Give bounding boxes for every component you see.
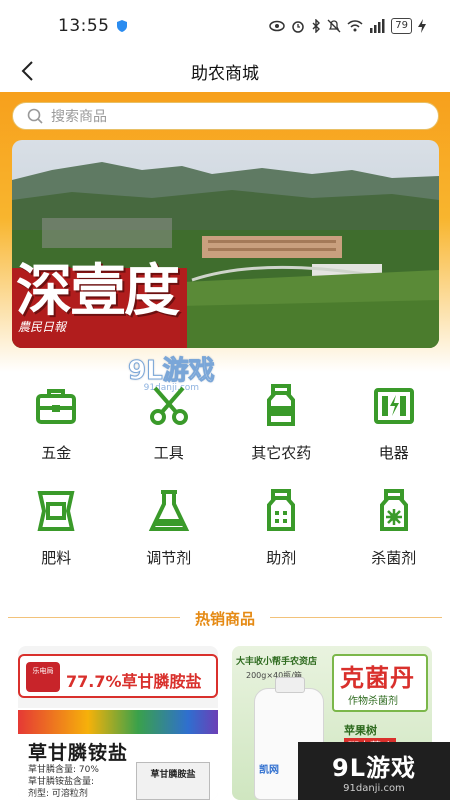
bottle-icon	[267, 384, 296, 426]
category-label: 助剂	[266, 549, 297, 567]
search-input[interactable]: 搜索商品	[12, 102, 439, 130]
toolbox-icon	[36, 389, 77, 424]
product-brand-box: 克菌丹 作物杀菌剂	[332, 654, 428, 712]
flask-icon	[148, 490, 189, 531]
shield-icon	[116, 20, 127, 32]
signal-icon	[370, 19, 385, 33]
product-name: 草甘膦铵盐	[28, 742, 129, 764]
hot-products-header: 热销商品	[0, 604, 450, 632]
category-regulators[interactable]: 调节剂	[113, 483, 226, 588]
category-label: 肥料	[41, 549, 72, 567]
category-label: 五金	[41, 444, 72, 462]
product-spec: 剂型: 可溶粒剂	[28, 789, 88, 799]
watermark-logo: 9L游戏	[332, 754, 416, 782]
dotted-bottle-icon	[267, 489, 296, 531]
hero-headline: 深壹度	[16, 258, 180, 324]
category-label: 其它农药	[251, 444, 312, 462]
hero-banner[interactable]: 深壹度 農民日報	[12, 140, 439, 348]
category-label: 电器	[378, 444, 409, 462]
category-tools[interactable]: 工具	[113, 378, 226, 483]
product-logo: 凯网	[259, 765, 279, 776]
banner-area: 搜索商品 深壹度 農民日報	[0, 92, 450, 372]
category-fungicides[interactable]: 杀菌剂	[338, 483, 450, 588]
category-label: 调节剂	[146, 549, 192, 567]
product-shop: 大丰收小帮手农资店	[236, 657, 318, 667]
chevron-left-icon	[21, 61, 33, 81]
product-headline: 77.7%草甘膦胺盐	[66, 672, 202, 691]
alarm-icon	[292, 21, 305, 33]
product-banner: 乐电局 77.7%草甘膦胺盐	[18, 654, 218, 698]
divider	[8, 617, 180, 618]
category-appliances[interactable]: 电器	[338, 378, 450, 483]
eye-icon	[269, 20, 286, 32]
page-title: 助农商城	[191, 63, 259, 84]
search-placeholder: 搜索商品	[51, 109, 107, 125]
wifi-icon	[347, 20, 363, 32]
product-image: 草甘膦铵盐 草甘膦含量: 70% 草甘膦铵盐含量: 剂型: 可溶粒剂 草甘膦胺盐	[18, 708, 218, 800]
category-hardware[interactable]: 五金	[0, 378, 113, 483]
status-time: 13:55	[58, 16, 110, 36]
product-bag-label: 草甘膦胺盐	[150, 770, 196, 780]
section-title: 热销商品	[184, 607, 265, 629]
category-grid: 五金 工具 其它农药 电器 肥料 调节剂 助剂 杀菌剂	[0, 378, 450, 588]
nav-bar: 助农商城	[0, 52, 450, 90]
bluetooth-icon	[312, 19, 321, 33]
category-fertilizer[interactable]: 肥料	[0, 483, 113, 588]
watermark-corner: 9L游戏 91danji.com	[298, 742, 450, 800]
lightning-box-icon	[373, 388, 414, 424]
category-other-pesticides[interactable]: 其它农药	[225, 378, 338, 483]
category-label: 杀菌剂	[371, 549, 417, 567]
bottle-cap	[275, 677, 305, 693]
battery-indicator: 79	[391, 18, 412, 34]
status-bar: 13:55 79	[0, 0, 450, 52]
germ-bottle-icon	[379, 489, 408, 531]
charging-icon	[418, 19, 426, 33]
product-subtitle: 作物杀菌剂	[348, 696, 398, 707]
mute-bell-icon	[327, 19, 341, 33]
product-name: 克菌丹	[340, 664, 415, 692]
back-button[interactable]	[12, 56, 42, 86]
category-label: 工具	[153, 444, 184, 462]
hero-tagline: 農民日報	[18, 320, 67, 334]
fertilizer-bag-icon	[37, 491, 75, 531]
product-bag: 草甘膦胺盐	[136, 762, 210, 800]
product-spec: 草甘膦铵盐含量:	[28, 777, 95, 787]
product-card[interactable]: 乐电局 77.7%草甘膦胺盐 草甘膦铵盐 草甘膦含量: 70% 草甘膦铵盐含量:…	[18, 646, 218, 800]
product-target: 苹果树	[344, 724, 377, 737]
scissors-icon	[149, 386, 188, 425]
watermark-url: 91danji.com	[343, 783, 405, 794]
search-icon	[27, 108, 43, 124]
product-spec: 草甘膦含量: 70%	[28, 765, 99, 775]
product-brand-logo: 乐电局	[26, 662, 60, 692]
product-stripe	[18, 710, 218, 734]
status-icons: 79	[269, 18, 426, 34]
divider	[270, 617, 442, 618]
category-adjuvants[interactable]: 助剂	[225, 483, 338, 588]
